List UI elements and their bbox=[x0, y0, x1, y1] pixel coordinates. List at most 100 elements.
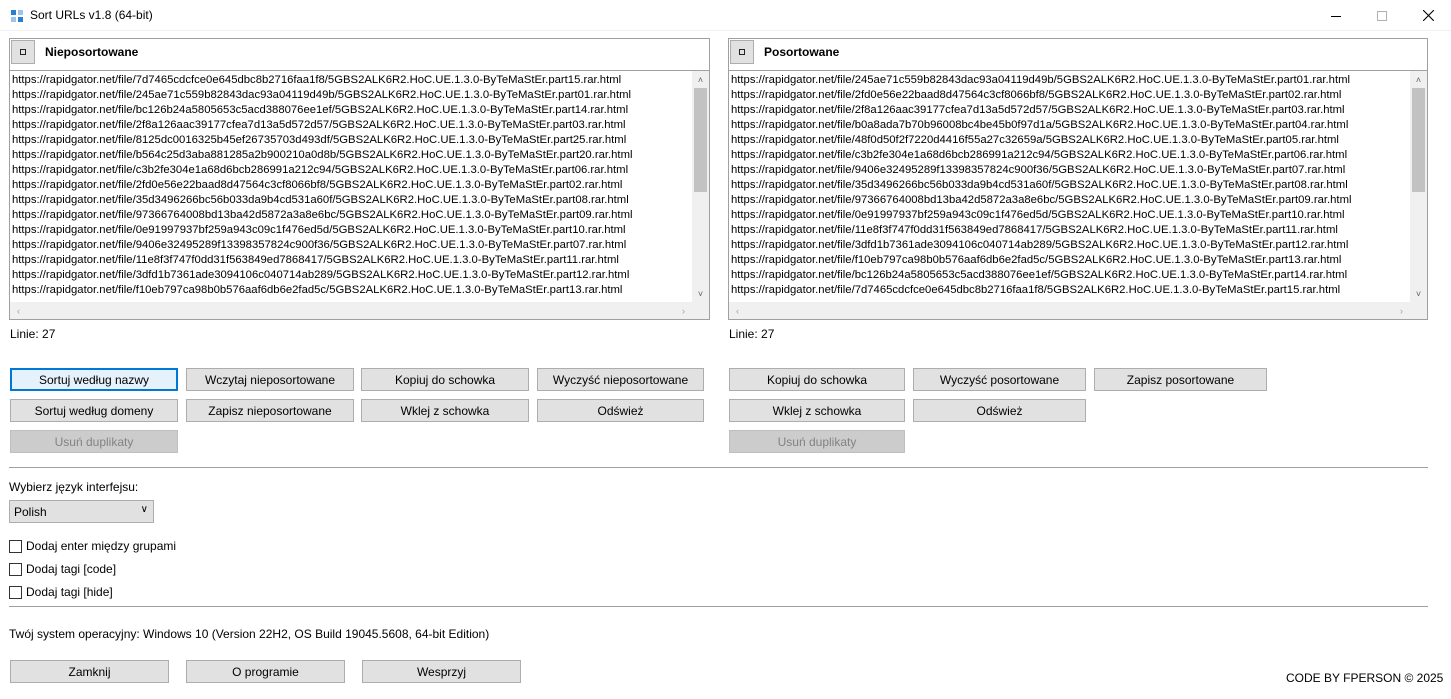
url-line: https://rapidgator.net/file/2f8a126aac39… bbox=[731, 104, 1345, 116]
checkbox-box[interactable] bbox=[9, 539, 22, 553]
scroll-thumb[interactable] bbox=[1412, 88, 1425, 192]
sorted-line-count: Linie: 27 bbox=[729, 327, 775, 341]
url-line: https://rapidgator.net/file/35d3496266bc… bbox=[12, 194, 629, 206]
remove-duplicates-sorted-button[interactable]: Usuń duplikaty bbox=[729, 430, 905, 453]
sort-by-name-button[interactable]: Sortuj według nazwy bbox=[10, 368, 178, 391]
scroll-left-icon[interactable]: ‹ bbox=[729, 302, 746, 319]
url-line: https://rapidgator.net/file/245ae71c559b… bbox=[12, 89, 632, 101]
remove-duplicates-unsorted-button[interactable]: Usuń duplikaty bbox=[10, 430, 178, 453]
url-line: https://rapidgator.net/file/c3b2fe304e1a… bbox=[731, 149, 1348, 161]
square-icon bbox=[20, 49, 26, 55]
app-icon bbox=[11, 10, 23, 22]
scroll-right-icon[interactable]: › bbox=[675, 302, 692, 319]
minimize-button[interactable] bbox=[1313, 0, 1359, 31]
maximize-icon bbox=[1377, 10, 1387, 21]
os-info-label: Twój system operacyjny: bbox=[9, 627, 140, 641]
chevron-down-icon: ∨ bbox=[140, 504, 148, 515]
language-select-value: Polish bbox=[14, 505, 47, 519]
paste-sorted-button[interactable]: Wklej z schowka bbox=[729, 399, 905, 422]
url-line: https://rapidgator.net/file/35d3496266bc… bbox=[731, 179, 1348, 191]
minimize-icon bbox=[1331, 15, 1341, 17]
url-line: https://rapidgator.net/file/b564c25d3aba… bbox=[12, 149, 633, 161]
language-label: Wybierz język interfejsu: bbox=[9, 480, 139, 494]
close-icon bbox=[1422, 10, 1434, 21]
paste-unsorted-button[interactable]: Wklej z schowka bbox=[361, 399, 529, 422]
title-bar: Sort URLs v1.8 (64-bit) bbox=[0, 0, 1451, 31]
language-select[interactable]: Polish ∨ bbox=[9, 500, 154, 523]
checkbox-box[interactable] bbox=[9, 585, 22, 599]
support-button[interactable]: Wesprzyj bbox=[362, 660, 521, 683]
url-line: https://rapidgator.net/file/97366764008b… bbox=[731, 194, 1352, 206]
copy-sorted-button[interactable]: Kopiuj do schowka bbox=[729, 368, 905, 391]
clear-unsorted-button[interactable]: Wyczyść nieposortowane bbox=[537, 368, 704, 391]
url-line: https://rapidgator.net/file/0e91997937bf… bbox=[12, 224, 626, 236]
code-tags-label: Dodaj tagi [code] bbox=[26, 562, 117, 576]
sorted-panel-header: Posortowane bbox=[729, 39, 1427, 69]
unsorted-panel-toggle-button[interactable] bbox=[11, 40, 35, 64]
sort-by-domain-button[interactable]: Sortuj według domeny bbox=[10, 399, 178, 422]
window-title: Sort URLs v1.8 (64-bit) bbox=[30, 8, 153, 22]
scroll-down-icon[interactable]: ˅ bbox=[1410, 285, 1427, 302]
checkbox-box[interactable] bbox=[9, 562, 22, 576]
maximize-button[interactable] bbox=[1359, 0, 1405, 31]
url-line: https://rapidgator.net/file/9406e3249528… bbox=[731, 164, 1346, 176]
copy-unsorted-button[interactable]: Kopiuj do schowka bbox=[361, 368, 529, 391]
code-tags-checkbox[interactable]: Dodaj tagi [code] bbox=[9, 562, 116, 576]
hide-tags-label: Dodaj tagi [hide] bbox=[26, 585, 113, 599]
scroll-left-icon[interactable]: ‹ bbox=[10, 302, 27, 319]
url-line: https://rapidgator.net/file/2fd0e56e22ba… bbox=[12, 179, 623, 191]
save-sorted-button[interactable]: Zapisz posortowane bbox=[1094, 368, 1267, 391]
scroll-right-icon[interactable]: › bbox=[1393, 302, 1410, 319]
url-line: https://rapidgator.net/file/3dfd1b7361ad… bbox=[12, 269, 630, 281]
sorted-horizontal-scrollbar[interactable]: ‹ › bbox=[729, 302, 1410, 319]
enter-between-groups-checkbox[interactable]: Dodaj enter między grupami bbox=[9, 539, 176, 553]
sorted-panel: Posortowane https://rapidgator.net/file/… bbox=[728, 38, 1428, 320]
scroll-up-icon[interactable]: ˄ bbox=[1410, 71, 1427, 88]
unsorted-panel-header: Nieposortowane bbox=[10, 39, 709, 69]
separator bbox=[9, 606, 1428, 607]
sorted-lines: https://rapidgator.net/file/245ae71c559b… bbox=[731, 73, 1410, 302]
url-line: https://rapidgator.net/file/7d7465cdcfce… bbox=[12, 74, 622, 86]
square-icon bbox=[739, 49, 745, 55]
sorted-textbox[interactable]: https://rapidgator.net/file/245ae71c559b… bbox=[729, 70, 1427, 319]
sorted-panel-toggle-button[interactable] bbox=[730, 40, 754, 64]
url-line: https://rapidgator.net/file/8125dc001632… bbox=[12, 134, 627, 146]
scroll-down-icon[interactable]: ˅ bbox=[692, 285, 709, 302]
url-line: https://rapidgator.net/file/f10eb797ca98… bbox=[731, 254, 1342, 266]
unsorted-textbox[interactable]: https://rapidgator.net/file/7d7465cdcfce… bbox=[10, 70, 709, 319]
url-line: https://rapidgator.net/file/b0a8ada7b70b… bbox=[731, 119, 1349, 131]
url-line: https://rapidgator.net/file/245ae71c559b… bbox=[731, 74, 1351, 86]
url-line: https://rapidgator.net/file/3dfd1b7361ad… bbox=[731, 239, 1349, 251]
sorted-panel-title: Posortowane bbox=[764, 45, 840, 59]
scroll-corner bbox=[692, 302, 709, 319]
scroll-thumb[interactable] bbox=[694, 88, 707, 192]
url-line: https://rapidgator.net/file/f10eb797ca98… bbox=[12, 284, 623, 296]
refresh-unsorted-button[interactable]: Odśwież bbox=[537, 399, 704, 422]
unsorted-lines: https://rapidgator.net/file/7d7465cdcfce… bbox=[12, 73, 692, 302]
url-line: https://rapidgator.net/file/11e8f3f747f0… bbox=[12, 254, 619, 266]
url-line: https://rapidgator.net/file/2f8a126aac39… bbox=[12, 119, 626, 131]
scroll-up-icon[interactable]: ˄ bbox=[692, 71, 709, 88]
unsorted-panel-title: Nieposortowane bbox=[45, 45, 139, 59]
separator bbox=[9, 467, 1428, 468]
sorted-vertical-scrollbar[interactable]: ˄ ˅ bbox=[1410, 71, 1427, 302]
url-line: https://rapidgator.net/file/2fd0e56e22ba… bbox=[731, 89, 1342, 101]
load-unsorted-button[interactable]: Wczytaj nieposortowane bbox=[186, 368, 354, 391]
unsorted-panel: Nieposortowane https://rapidgator.net/fi… bbox=[9, 38, 710, 320]
hide-tags-checkbox[interactable]: Dodaj tagi [hide] bbox=[9, 585, 113, 599]
url-line: https://rapidgator.net/file/11e8f3f747f0… bbox=[731, 224, 1338, 236]
credit-text: CODE BY FPERSON © 2025 bbox=[1286, 671, 1444, 685]
clear-sorted-button[interactable]: Wyczyść posortowane bbox=[913, 368, 1086, 391]
url-line: https://rapidgator.net/file/bc126b24a580… bbox=[12, 104, 629, 116]
unsorted-horizontal-scrollbar[interactable]: ‹ › bbox=[10, 302, 692, 319]
close-app-button[interactable]: Zamknij bbox=[10, 660, 169, 683]
url-line: https://rapidgator.net/file/9406e3249528… bbox=[12, 239, 627, 251]
unsorted-vertical-scrollbar[interactable]: ˄ ˅ bbox=[692, 71, 709, 302]
scroll-corner bbox=[1410, 302, 1427, 319]
url-line: https://rapidgator.net/file/bc126b24a580… bbox=[731, 269, 1348, 281]
url-line: https://rapidgator.net/file/97366764008b… bbox=[12, 209, 633, 221]
close-button[interactable] bbox=[1405, 0, 1451, 31]
save-unsorted-button[interactable]: Zapisz nieposortowane bbox=[186, 399, 354, 422]
refresh-sorted-button[interactable]: Odśwież bbox=[913, 399, 1086, 422]
about-button[interactable]: O programie bbox=[186, 660, 345, 683]
